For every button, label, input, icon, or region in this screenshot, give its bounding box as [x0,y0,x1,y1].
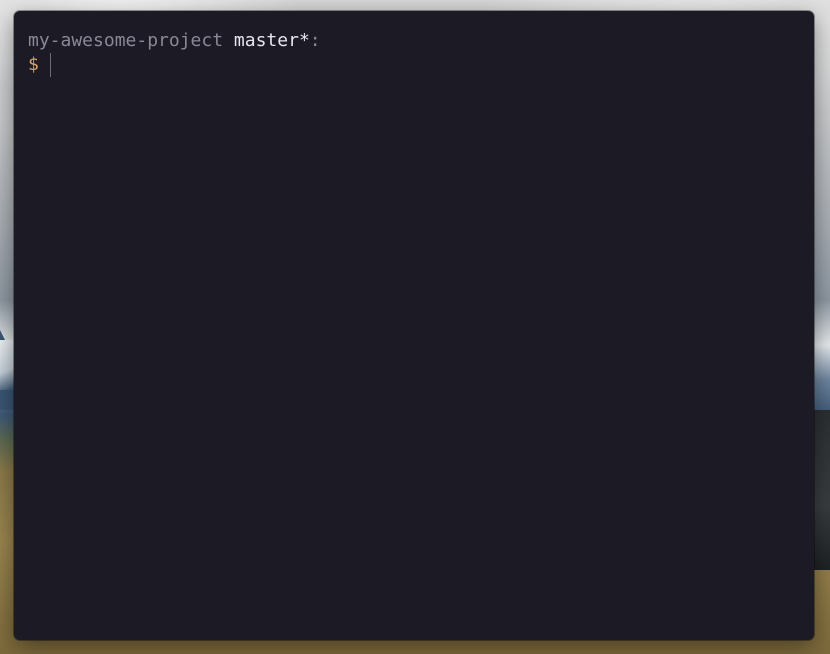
command-line[interactable]: $ [28,53,51,77]
git-branch: master* [233,30,310,51]
directory-name: my-awesome-project [28,30,224,51]
prompt-separator: : [309,30,321,51]
prompt-symbol: $ [28,54,39,75]
wallpaper-figure [814,410,830,570]
text-cursor [49,53,51,77]
prompt-header: my-awesome-project master*: [28,29,321,53]
wallpaper-snow [0,340,14,390]
terminal-window[interactable]: my-awesome-project master*: $ [14,11,814,640]
